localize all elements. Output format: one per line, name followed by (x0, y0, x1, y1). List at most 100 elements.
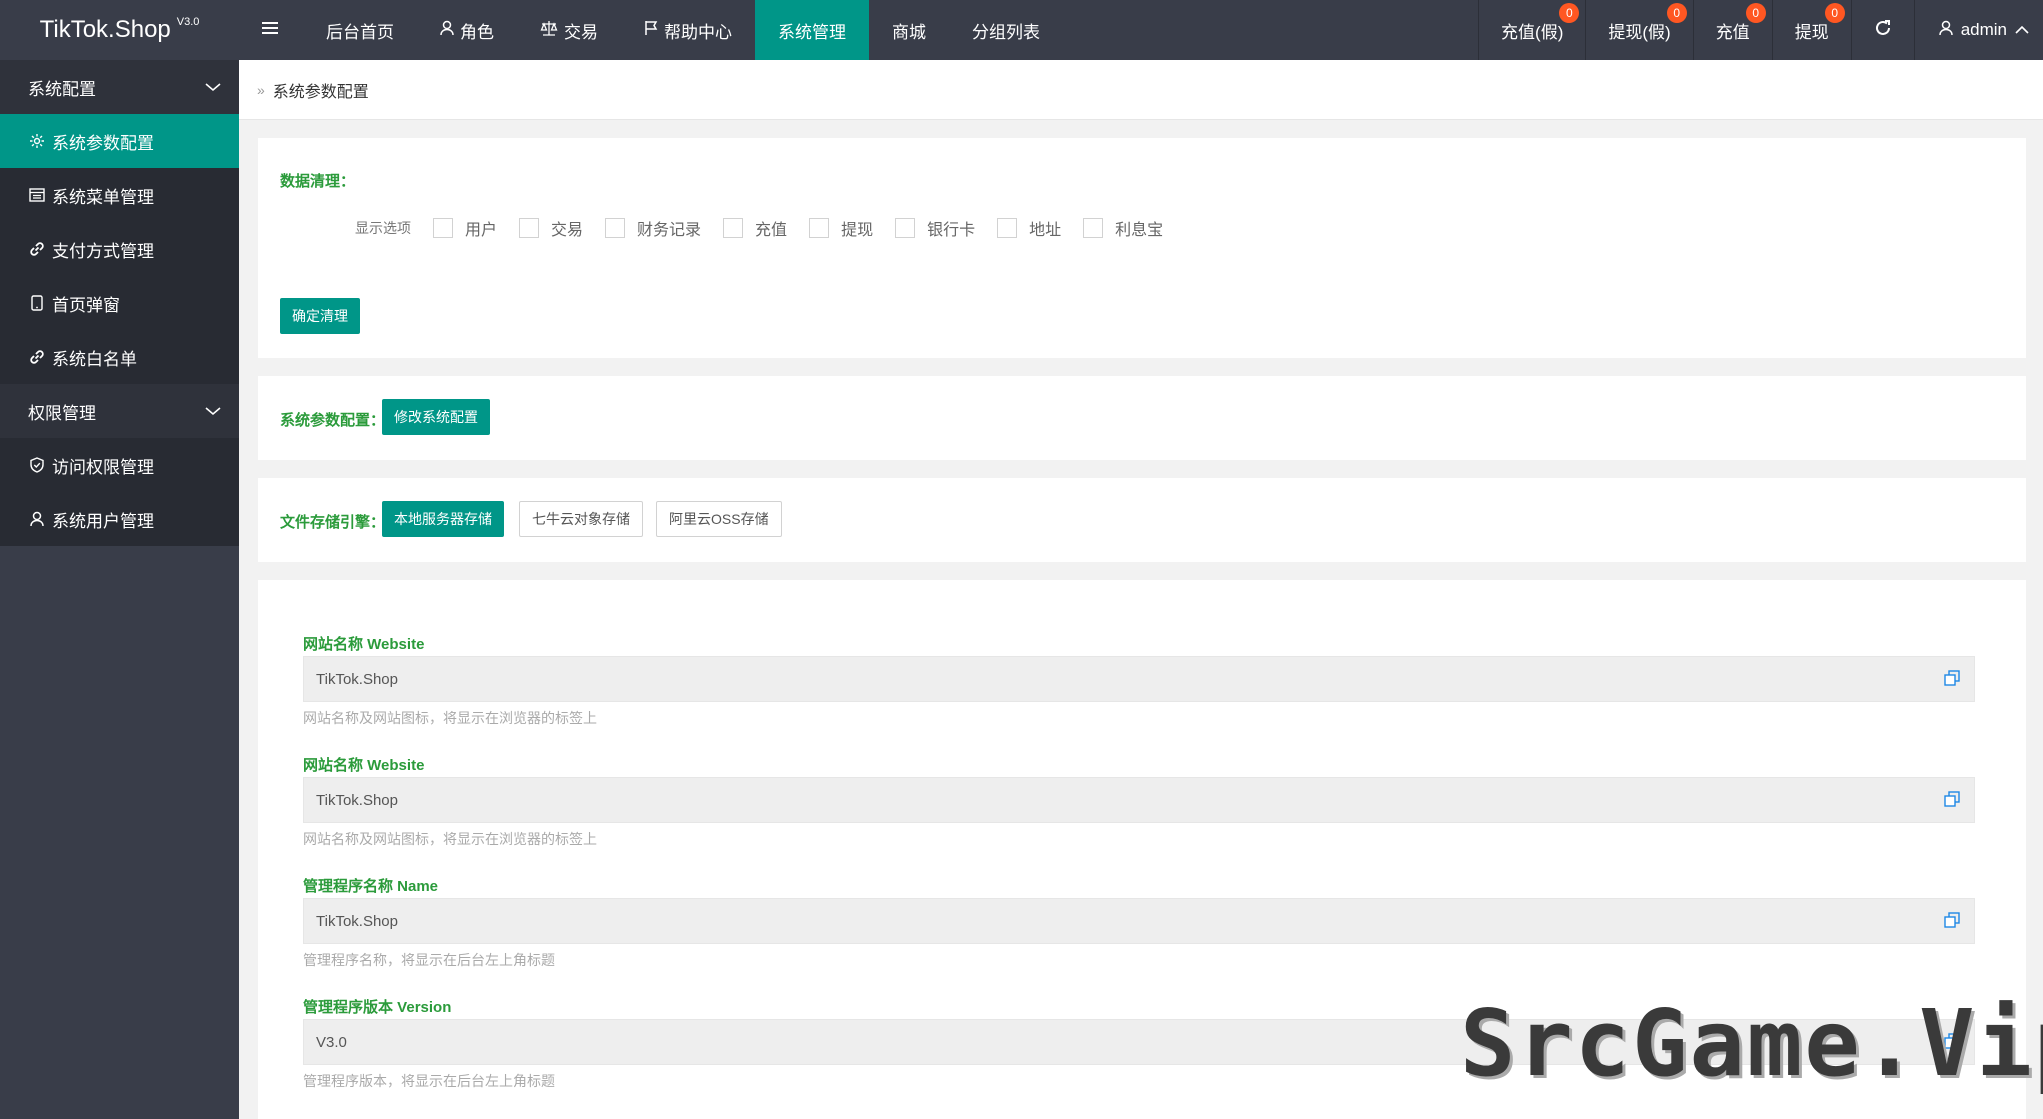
checkbox[interactable] (723, 218, 744, 238)
system-params-card: 系统参数配置： 修改系统配置 (258, 376, 2026, 460)
system-params-title: 系统参数配置： (280, 412, 386, 429)
sidebar-item-menu-manage[interactable]: 系统菜单管理 (0, 168, 239, 222)
breadcrumb-current: 系统参数配置 (272, 83, 369, 101)
brand-version: V3.0 (176, 16, 200, 28)
checkbox[interactable] (997, 218, 1018, 238)
top-right-nav: 充值(假) 0 提现(假) 0 充值 0 提现 0 admin (1478, 0, 2043, 60)
sidebar: 系统配置 系统参数配置 系统菜单管理 支付方式管理 首页弹窗 系统白名单 权限管… (0, 60, 239, 1119)
sidebar-item-label: 系统白名单 (52, 349, 137, 369)
fake-withdraw-button[interactable]: 提现(假) 0 (1585, 0, 1692, 60)
field-label: 网站名称 Website (303, 757, 425, 774)
count-badge: 0 (1824, 3, 1845, 23)
sidebar-group-label: 权限管理 (28, 403, 96, 423)
data-clean-card: 数据清理： 显示选项 用户 交易 财务记录 充值 提现 银行卡 地址 利息宝 确… (258, 138, 2026, 358)
sidebar-item-access[interactable]: 访问权限管理 (0, 438, 239, 492)
ritem-label: 充值(假) (1501, 22, 1564, 42)
gear-icon (28, 132, 46, 150)
refresh-icon (1874, 19, 1892, 42)
topnav-item-dashboard[interactable]: 后台首页 (303, 0, 417, 60)
sidebar-item-popup[interactable]: 首页弹窗 (0, 276, 239, 330)
option-label: 财务记录 (637, 222, 702, 239)
sidebar-item-payment[interactable]: 支付方式管理 (0, 222, 239, 276)
topnav-item-mall[interactable]: 商城 (869, 0, 949, 60)
flag-icon (644, 20, 658, 41)
chevron-down-icon (205, 401, 221, 421)
storage-qiniu-button[interactable]: 七牛云对象存储 (519, 501, 643, 537)
count-badge: 0 (1559, 3, 1580, 23)
topnav-item-label: 分组列表 (972, 22, 1040, 42)
checkbox[interactable] (895, 218, 916, 238)
option-label: 用户 (465, 222, 498, 239)
website-name-input[interactable]: TikTok.Shop (303, 777, 1975, 823)
refresh-button[interactable] (1850, 0, 1914, 60)
count-badge: 0 (1745, 3, 1766, 23)
checkbox[interactable] (519, 218, 540, 238)
topnav-item-label: 交易 (564, 22, 598, 42)
ritem-label: 提现(假) (1608, 22, 1671, 42)
checkbox[interactable] (1083, 218, 1104, 238)
shield-icon (28, 456, 46, 474)
fake-recharge-button[interactable]: 充值(假) 0 (1478, 0, 1585, 60)
copy-icon[interactable] (1944, 912, 1962, 930)
sidebar-item-system-params[interactable]: 系统参数配置 (0, 114, 239, 168)
user-icon (440, 20, 454, 41)
field-help: 网站名称及网站图标，将显示在浏览器的标签上 (303, 831, 597, 847)
topnav-item-groups[interactable]: 分组列表 (949, 0, 1063, 60)
copy-icon[interactable] (1944, 791, 1962, 809)
checkbox[interactable] (809, 218, 830, 238)
storage-local-button[interactable]: 本地服务器存储 (382, 501, 504, 537)
sidebar-group-system-config[interactable]: 系统配置 (0, 60, 239, 114)
copy-icon[interactable] (1944, 670, 1962, 688)
brand-name: TikTok.Shop (39, 16, 171, 43)
top-bar: TikTok.Shop V3.0 后台首页 角色 交易 帮助中心 系统管理 商城 (0, 0, 2043, 60)
storage-title: 文件存储引擎： (280, 514, 386, 531)
withdraw-button[interactable]: 提现 0 (1771, 0, 1851, 60)
field-label: 管理程序版本 Version (303, 999, 452, 1016)
recharge-button[interactable]: 充值 0 (1692, 0, 1772, 60)
topnav-item-roles[interactable]: 角色 (417, 0, 517, 60)
top-nav: 后台首页 角色 交易 帮助中心 系统管理 商城 分组列表 (239, 0, 1063, 60)
topnav-item-label: 角色 (460, 22, 494, 42)
sidebar-item-label: 系统菜单管理 (52, 187, 154, 207)
topnav-item-label: 商城 (892, 22, 926, 42)
checkbox[interactable] (433, 218, 453, 238)
topnav-item-label: 系统管理 (778, 22, 846, 42)
breadcrumb: » 系统参数配置 (239, 60, 2043, 120)
confirm-clean-button[interactable]: 确定清理 (280, 298, 360, 334)
main-content: » 系统参数配置 数据清理： 显示选项 用户 交易 财务记录 充值 提现 银行卡… (239, 60, 2043, 1119)
field-help: 网站名称及网站图标，将显示在浏览器的标签上 (303, 710, 597, 726)
app-name-input[interactable]: TikTok.Shop (303, 898, 1975, 944)
sidebar-item-label: 系统用户管理 (52, 511, 154, 531)
data-clean-title: 数据清理： (280, 173, 356, 190)
menu-toggle-button[interactable] (239, 0, 303, 60)
field-help: 管理程序版本，将显示在后台左上角标题 (303, 1073, 555, 1089)
count-badge: 0 (1666, 3, 1687, 23)
sidebar-item-label: 系统参数配置 (52, 133, 154, 153)
checkbox[interactable] (605, 218, 626, 238)
brand-logo[interactable]: TikTok.Shop V3.0 (0, 0, 239, 60)
data-clean-options: 显示选项 用户 交易 财务记录 充值 提现 银行卡 地址 利息宝 (355, 216, 1163, 240)
phone-icon (28, 294, 46, 312)
sidebar-item-label: 访问权限管理 (52, 457, 154, 477)
storage-aliyun-button[interactable]: 阿里云OSS存储 (656, 501, 782, 537)
sidebar-group-permissions[interactable]: 权限管理 (0, 384, 239, 438)
scale-icon (540, 20, 558, 41)
edit-system-config-button[interactable]: 修改系统配置 (382, 399, 490, 435)
window-icon (28, 186, 46, 204)
option-label: 交易 (551, 222, 584, 239)
topnav-item-system[interactable]: 系统管理 (755, 0, 869, 60)
sidebar-item-label: 首页弹窗 (52, 295, 120, 315)
sidebar-item-users[interactable]: 系统用户管理 (0, 492, 239, 546)
user-menu[interactable]: admin (1913, 0, 2043, 60)
link-icon (28, 240, 46, 258)
topnav-item-trade[interactable]: 交易 (517, 0, 621, 60)
topnav-item-help[interactable]: 帮助中心 (621, 0, 755, 60)
field-help: 管理程序名称，将显示在后台左上角标题 (303, 952, 555, 968)
website-name-input[interactable]: TikTok.Shop (303, 656, 1975, 702)
ritem-label: 提现 (1794, 22, 1829, 42)
sidebar-item-whitelist[interactable]: 系统白名单 (0, 330, 239, 384)
option-label: 利息宝 (1115, 222, 1164, 239)
input-value: TikTok.Shop (316, 791, 398, 809)
topnav-item-label: 帮助中心 (664, 22, 732, 42)
display-options-label: 显示选项 (355, 220, 411, 236)
